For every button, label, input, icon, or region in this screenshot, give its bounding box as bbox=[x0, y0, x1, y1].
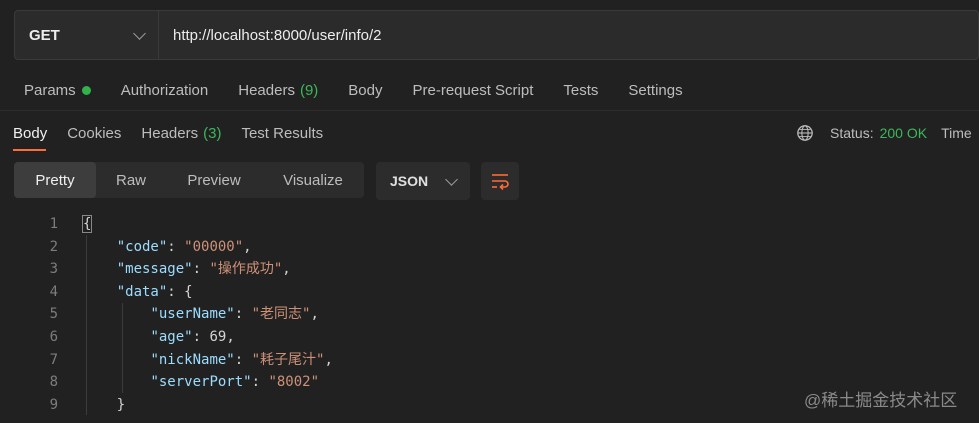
tab-label: Headers bbox=[141, 124, 199, 142]
json-key: "code" bbox=[116, 238, 168, 255]
headers-count: (9) bbox=[299, 81, 319, 99]
tab-authorization[interactable]: Authorization bbox=[106, 76, 224, 104]
tab-label: Params bbox=[24, 81, 76, 99]
json-punct: { bbox=[81, 215, 93, 233]
line-number: 2 bbox=[49, 238, 58, 255]
json-key: "nickName" bbox=[150, 351, 235, 368]
code-text: "message": "操作成功", bbox=[83, 258, 291, 281]
response-tabs: Body Cookies Headers (3) Test Results bbox=[0, 119, 333, 151]
response-tab-headers[interactable]: Headers (3) bbox=[131, 119, 231, 147]
response-headers-count: (3) bbox=[203, 124, 222, 142]
code-text: "data": { bbox=[83, 281, 193, 304]
json-string: "耗子尾汁" bbox=[251, 351, 325, 368]
code-text: "serverPort": "8002" bbox=[83, 371, 319, 394]
code-text: "userName": "老同志", bbox=[83, 303, 319, 326]
json-punct: : bbox=[192, 328, 210, 345]
json-punct: : bbox=[192, 261, 210, 278]
json-key: "data" bbox=[116, 283, 168, 300]
json-punct: , bbox=[310, 306, 319, 323]
view-preview-button[interactable]: Preview bbox=[166, 162, 262, 198]
globe-icon[interactable] bbox=[796, 124, 814, 142]
response-status: Status: 200 OK Time bbox=[796, 119, 972, 147]
watermark: @稀土掘金技术社区 bbox=[804, 391, 958, 410]
json-string: "8002" bbox=[268, 374, 320, 391]
request-url-bar: GET http://localhost:8000/user/info/2 bbox=[14, 10, 979, 60]
json-punct: : { bbox=[167, 283, 193, 300]
json-string: "操作成功" bbox=[209, 261, 283, 278]
tab-label: Test Results bbox=[241, 124, 324, 142]
json-punct: } bbox=[116, 396, 126, 413]
json-string: "老同志" bbox=[251, 306, 311, 323]
tab-label: Pre-request Script bbox=[412, 81, 534, 99]
tab-tests[interactable]: Tests bbox=[548, 76, 613, 104]
json-punct: : bbox=[167, 238, 185, 255]
json-punct: , bbox=[282, 261, 291, 278]
view-raw-button[interactable]: Raw bbox=[96, 162, 166, 198]
tab-settings[interactable]: Settings bbox=[613, 76, 697, 104]
line-number: 9 bbox=[49, 396, 58, 413]
tab-params[interactable]: Params bbox=[0, 76, 106, 104]
code-text: "nickName": "耗子尾汁", bbox=[83, 349, 333, 372]
code-text: } bbox=[83, 394, 125, 417]
tab-label: Cookies bbox=[67, 124, 122, 142]
code-text: { bbox=[81, 213, 93, 236]
json-key: "serverPort" bbox=[150, 374, 252, 391]
chevron-down-icon bbox=[133, 26, 146, 40]
wrap-lines-button[interactable] bbox=[481, 162, 519, 200]
response-tab-cookies[interactable]: Cookies bbox=[57, 119, 131, 147]
line-number: 6 bbox=[49, 328, 58, 345]
view-visualize-button[interactable]: Visualize bbox=[262, 162, 364, 198]
params-indicator-dot bbox=[81, 85, 91, 95]
line-number: 5 bbox=[49, 306, 58, 323]
tab-label: Settings bbox=[628, 81, 683, 99]
json-punct: : bbox=[234, 351, 252, 368]
url-input[interactable]: http://localhost:8000/user/info/2 bbox=[159, 11, 381, 59]
tab-label: Body bbox=[348, 81, 383, 99]
chevron-down-icon bbox=[445, 172, 458, 186]
json-key: "age" bbox=[150, 328, 193, 345]
line-number: 8 bbox=[49, 374, 58, 391]
format-select[interactable]: JSON bbox=[376, 162, 470, 200]
wrap-lines-icon bbox=[492, 174, 509, 190]
line-number: 7 bbox=[49, 351, 58, 368]
response-tab-test-results[interactable]: Test Results bbox=[231, 119, 333, 147]
tab-label: Body bbox=[13, 124, 48, 142]
code-text: "age": 69, bbox=[83, 326, 235, 349]
json-key: "userName" bbox=[150, 306, 235, 323]
status-value[interactable]: 200 OK bbox=[880, 125, 927, 141]
json-punct: : bbox=[234, 306, 252, 323]
method-label: GET bbox=[29, 26, 60, 44]
format-label: JSON bbox=[390, 173, 429, 189]
method-select[interactable]: GET bbox=[15, 11, 159, 59]
response-tab-body[interactable]: Body bbox=[0, 119, 57, 151]
code-text: "code": "00000", bbox=[83, 236, 252, 259]
json-punct: , bbox=[226, 328, 235, 345]
tab-label: Authorization bbox=[120, 81, 209, 99]
tab-label: Tests bbox=[563, 81, 599, 99]
json-punct: 69 bbox=[209, 328, 227, 345]
line-number: 1 bbox=[49, 216, 58, 232]
tab-body[interactable]: Body bbox=[333, 76, 397, 104]
line-number: 3 bbox=[49, 261, 58, 278]
tab-pre-request-script[interactable]: Pre-request Script bbox=[398, 76, 549, 104]
json-punct: , bbox=[324, 351, 333, 368]
tab-label: Headers bbox=[238, 81, 295, 99]
line-number: 4 bbox=[49, 283, 58, 300]
view-pretty-button[interactable]: Pretty bbox=[14, 162, 96, 198]
time-label[interactable]: Time bbox=[941, 125, 972, 141]
json-key: "message" bbox=[116, 261, 193, 278]
json-punct: : bbox=[251, 374, 269, 391]
request-tabs: Params Authorization Headers (9) Body Pr… bbox=[0, 76, 698, 104]
tab-headers[interactable]: Headers (9) bbox=[223, 76, 333, 104]
json-string: "00000" bbox=[184, 238, 244, 255]
view-mode-selector: Pretty Raw Preview Visualize bbox=[14, 162, 364, 198]
status-label: Status: bbox=[830, 125, 874, 141]
section-divider bbox=[0, 110, 979, 111]
json-punct: , bbox=[243, 238, 252, 255]
